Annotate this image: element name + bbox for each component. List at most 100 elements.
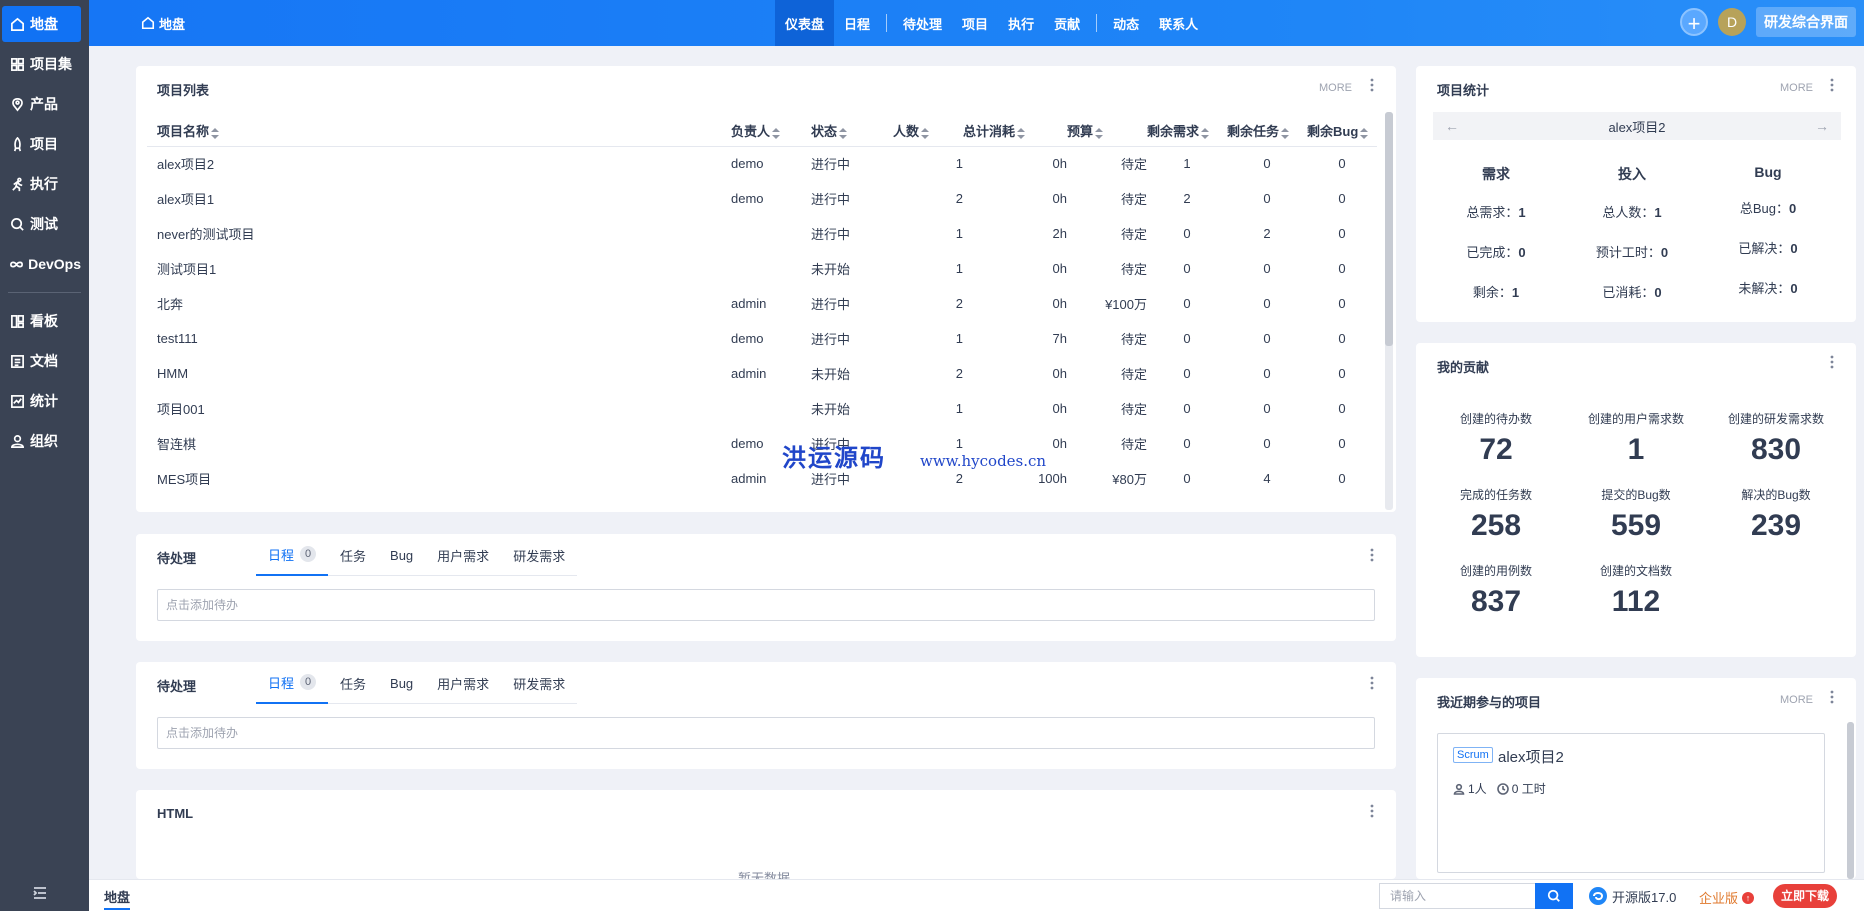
sidebar-collapse-icon[interactable] <box>32 885 50 903</box>
nav-dynamic[interactable]: 动态 <box>1103 0 1149 46</box>
sidebar-item-doc[interactable]: 文档 <box>2 343 81 379</box>
user-icon <box>8 432 26 450</box>
scrollbar-thumb[interactable] <box>1385 112 1393 346</box>
cell-project-name[interactable]: never的测试项目 <box>147 216 731 251</box>
table-row[interactable]: alex项目1 demo 进行中 2 0h 待定 2 0 0 <box>147 181 1377 216</box>
table-row[interactable]: 北奔 admin 进行中 2 0h ¥100万 0 0 0 <box>147 286 1377 321</box>
more-dots-icon[interactable] <box>1370 676 1380 692</box>
sort-icon <box>772 127 781 140</box>
more-link[interactable]: MORE <box>1319 82 1352 94</box>
switch-view-button[interactable]: 研发综合界面 <box>1756 7 1856 37</box>
col-header[interactable]: 剩余Bug <box>1307 116 1377 147</box>
col-header[interactable]: 负责人 <box>731 116 811 147</box>
tab-bug[interactable]: Bug <box>378 534 425 576</box>
table-row[interactable]: HMM admin 未开始 2 0h 待定 0 0 0 <box>147 356 1377 391</box>
next-arrow-icon[interactable]: → <box>1815 118 1829 134</box>
sidebar-item-org[interactable]: 组织 <box>2 423 81 459</box>
header-breadcrumb[interactable]: 地盘 <box>141 0 185 46</box>
cell-project-name[interactable]: 智连棋 <box>147 426 731 461</box>
table-scrollbar[interactable] <box>1385 112 1393 510</box>
scrollbar-thumb[interactable] <box>1847 722 1854 879</box>
more-dots-icon[interactable] <box>1830 690 1840 706</box>
table-row[interactable]: test111 demo 进行中 1 7h 待定 0 0 0 <box>147 321 1377 356</box>
col-header[interactable]: 状态 <box>811 116 893 147</box>
home-icon <box>141 16 155 30</box>
more-link[interactable]: MORE <box>1780 82 1813 94</box>
prev-arrow-icon[interactable]: ← <box>1445 118 1459 134</box>
sidebar-item-devops[interactable]: DevOps <box>2 246 81 282</box>
nav-contacts[interactable]: 联系人 <box>1149 0 1208 46</box>
footer-breadcrumb[interactable]: 地盘 <box>104 887 131 910</box>
sidebar-item-kanban[interactable]: 看板 <box>2 303 81 339</box>
nav-contribution[interactable]: 贡献 <box>1044 0 1090 46</box>
table-row[interactable]: MES项目 admin 进行中 2 100h ¥80万 0 4 0 <box>147 461 1377 496</box>
more-dots-icon[interactable] <box>1830 78 1840 94</box>
col-header[interactable]: 剩余任务 <box>1227 116 1307 147</box>
cell-member-count: 1 <box>955 226 963 241</box>
version-info[interactable]: 开源版17.0 <box>1588 886 1676 906</box>
cell-member-count: 1 <box>955 261 963 276</box>
more-dots-icon[interactable] <box>1370 78 1380 94</box>
cell-project-name[interactable]: 测试项目1 <box>147 251 731 286</box>
nav-project[interactable]: 项目 <box>952 0 998 46</box>
cell-project-name[interactable]: 北奔 <box>147 286 731 321</box>
cell-project-name[interactable]: 项目001 <box>147 391 731 426</box>
cell-project-name[interactable]: HMM <box>147 356 731 391</box>
tab-calendar[interactable]: 日程 0 <box>256 534 329 576</box>
nav-pending[interactable]: 待处理 <box>893 0 952 46</box>
sidebar-item-product[interactable]: 产品 <box>2 86 81 122</box>
create-plus-button[interactable]: + <box>1680 8 1708 36</box>
table-row[interactable]: 项目001 未开始 1 0h 待定 0 0 0 <box>147 391 1377 426</box>
table-header-row: 项目名称 负责人 状态 人数 总计消耗 预算 剩余需求 剩余任务 剩余Bug <box>147 116 1377 147</box>
col-header[interactable]: 人数 <box>893 116 963 147</box>
nav-dashboard[interactable]: 仪表盘 <box>775 0 835 46</box>
recent-project-name[interactable]: alex项目2 <box>1498 746 1564 767</box>
enterprise-link[interactable]: 企业版 ↑ <box>1699 888 1755 907</box>
sidebar-item-execution[interactable]: 执行 <box>2 166 81 202</box>
tab-bug[interactable]: Bug <box>378 662 425 704</box>
col-header[interactable]: 项目名称 <box>147 116 731 147</box>
sidebar-item-program[interactable]: 项目集 <box>2 46 81 82</box>
sidebar-item-dashboard[interactable]: 地盘 <box>2 6 81 42</box>
sidebar-item-project[interactable]: 项目 <box>2 126 81 162</box>
tab-task[interactable]: 任务 <box>328 534 378 576</box>
cell-project-name[interactable]: alex项目2 <box>147 146 731 181</box>
sidebar-item-label: 统计 <box>30 393 58 409</box>
cell-project-name[interactable]: test111 <box>147 321 731 356</box>
cell-left-tasks: 4 <box>1263 471 1271 486</box>
tab-user-story[interactable]: 用户需求 <box>425 534 501 576</box>
tab-user-story[interactable]: 用户需求 <box>425 662 501 704</box>
recent-scrollbar[interactable] <box>1847 722 1854 879</box>
sidebar-item-test[interactable]: 测试 <box>2 206 81 242</box>
nav-execution[interactable]: 执行 <box>998 0 1044 46</box>
footer-search-button[interactable] <box>1535 883 1573 909</box>
table-row[interactable]: 测试项目1 未开始 1 0h 待定 0 0 0 <box>147 251 1377 286</box>
table-row[interactable]: never的测试项目 进行中 1 2h 待定 0 2 0 <box>147 216 1377 251</box>
cell-project-name[interactable]: alex项目1 <box>147 181 731 216</box>
more-dots-icon[interactable] <box>1370 804 1380 820</box>
cell-owner: demo <box>731 331 764 346</box>
recent-project-card[interactable]: Scrum alex项目2 1人 0 工时 <box>1437 733 1825 873</box>
add-todo-input[interactable]: 点击添加待办 <box>157 717 1375 749</box>
table-row[interactable]: 智连棋 demo 进行中 1 0h 待定 0 0 0 <box>147 426 1377 461</box>
add-todo-input[interactable]: 点击添加待办 <box>157 589 1375 621</box>
tab-task[interactable]: 任务 <box>328 662 378 704</box>
tab-dev-story[interactable]: 研发需求 <box>501 662 577 704</box>
sidebar-item-stats[interactable]: 统计 <box>2 383 81 419</box>
more-link[interactable]: MORE <box>1780 694 1813 706</box>
more-dots-icon[interactable] <box>1370 548 1380 564</box>
cell-status: 进行中 <box>811 297 851 312</box>
cell-project-name[interactable]: MES项目 <box>147 461 731 496</box>
col-header[interactable]: 总计消耗 <box>963 116 1067 147</box>
tab-dev-story[interactable]: 研发需求 <box>501 534 577 576</box>
col-header[interactable]: 预算 <box>1067 116 1147 147</box>
table-row[interactable]: alex项目2 demo 进行中 1 0h 待定 1 0 0 <box>147 146 1377 181</box>
nav-calendar[interactable]: 日程 <box>834 0 880 46</box>
footer-search-input[interactable]: 请输入 <box>1379 883 1535 909</box>
col-header[interactable]: 剩余需求 <box>1147 116 1227 147</box>
download-button[interactable]: 立即下载 <box>1773 884 1838 908</box>
more-dots-icon[interactable] <box>1830 355 1840 371</box>
contribution-item: 创建的文档数 112 <box>1599 564 1672 618</box>
tab-calendar[interactable]: 日程 0 <box>256 662 329 704</box>
avatar[interactable]: D <box>1718 8 1746 36</box>
